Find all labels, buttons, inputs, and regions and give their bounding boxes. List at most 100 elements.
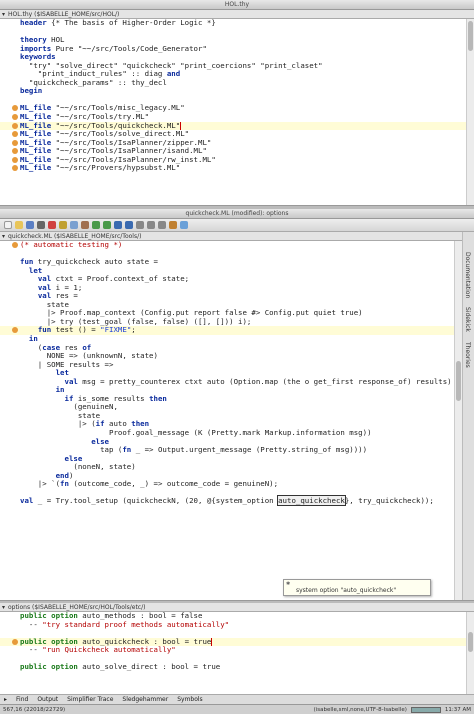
system-option-tooltip: ✱ system option "auto_quickcheck": [283, 579, 431, 596]
top-line-content: ML_file "~~/src/Provers/hypsubst.ML": [20, 164, 180, 173]
middle-buffer-path: quickcheck.ML ($ISABELLE_HOME/src/Tools/…: [8, 232, 142, 240]
middle-code-line[interactable]: (* automatic testing *): [0, 241, 454, 250]
paste-icon[interactable]: [81, 221, 89, 229]
cut-icon[interactable]: [59, 221, 67, 229]
bottom-code-line[interactable]: -- "run Quickcheck automatically": [0, 645, 466, 655]
top-scroll-thumb[interactable]: [468, 21, 473, 51]
warning-marker-icon[interactable]: [12, 638, 18, 645]
warning-marker-icon[interactable]: [12, 156, 18, 163]
middle-code-line[interactable]: val msg = pretty_counterex ctxt auto (Op…: [0, 376, 454, 387]
tooltip-pin-icon[interactable]: ✱: [286, 581, 290, 587]
dock-tab-theories[interactable]: Theories: [464, 342, 471, 368]
bottom-buffer-path: options ($ISABELLE_HOME/src/HOL/Tools/et…: [8, 603, 146, 611]
bottom-vertical-scrollbar[interactable]: [466, 612, 474, 694]
open-folder-icon[interactable]: [15, 221, 23, 229]
buffer-switcher-icon[interactable]: ▾: [2, 604, 5, 611]
help-icon[interactable]: [180, 221, 188, 229]
middle-window-title: quickcheck.ML (modified): options: [185, 210, 289, 217]
keyword-token: val: [20, 496, 34, 506]
keyword-token: ML_file: [20, 163, 52, 173]
copy-icon[interactable]: [70, 221, 78, 229]
dock-tab-output[interactable]: Output: [37, 696, 58, 703]
save-icon[interactable]: [26, 221, 34, 229]
bottom-line-content: public option auto_solve_direct : bool =…: [20, 663, 220, 672]
top-buffer-path: HOL.thy ($ISABELLE_HOME/src/HOL/): [8, 10, 120, 18]
warning-marker-icon[interactable]: [12, 139, 18, 146]
bottom-line-content: -- "try standard proof methods automatic…: [20, 619, 230, 630]
warning-marker-icon[interactable]: [12, 114, 18, 121]
top-code-line[interactable]: header {* The basis of Higher-Order Logi…: [0, 19, 466, 28]
bottom-code-line[interactable]: -- "try standard proof methods automatic…: [0, 619, 466, 630]
top-code-line[interactable]: begin: [0, 87, 466, 96]
top-window-title: HOL.thy: [224, 1, 250, 8]
buffer-mode-info[interactable]: (isabelle,sml,none,UTF-8-Isabelle): [314, 707, 407, 713]
middle-code-line[interactable]: val _ = Try.tool_setup (quickcheckN, (20…: [0, 495, 454, 507]
undo-icon[interactable]: [92, 221, 100, 229]
dock-tab-find[interactable]: Find: [16, 696, 28, 703]
dock-tab-simplifier-trace[interactable]: Simplifier Trace: [67, 696, 113, 703]
top-code-line[interactable]: [0, 28, 466, 37]
split-vertical-icon[interactable]: [147, 221, 155, 229]
caret-position: 567,16 (22018/22729): [3, 706, 66, 713]
code-token: "~~/src/Provers/hypsubst.ML": [51, 163, 181, 173]
warning-marker-icon[interactable]: [12, 327, 18, 334]
code-token: test () =: [51, 325, 101, 335]
dock-toggle-icon[interactable]: ▸: [4, 696, 7, 703]
middle-window-titlebar: quickcheck.ML (modified): options: [0, 209, 474, 219]
bottom-buffer-path-bar[interactable]: ▾ options ($ISABELLE_HOME/src/HOL/Tools/…: [0, 603, 474, 612]
middle-text-area[interactable]: (* automatic testing *) fun try_quickchec…: [0, 241, 454, 600]
dock-tab-sidekick[interactable]: Sidekick: [464, 307, 471, 332]
redo-icon[interactable]: [103, 221, 111, 229]
comment-token: (* automatic testing *): [20, 241, 123, 249]
buffer-switcher-icon[interactable]: ▾: [2, 233, 5, 240]
warning-marker-icon[interactable]: [12, 242, 18, 248]
comment-token: "try standard proof methods automaticall…: [42, 619, 230, 629]
clock: 11:37 AM: [444, 706, 471, 713]
memory-gauge[interactable]: [410, 706, 441, 713]
string-token: "FIXME": [100, 325, 132, 335]
middle-scroll-thumb[interactable]: [456, 361, 461, 401]
middle-vertical-scrollbar[interactable]: [454, 241, 462, 600]
top-code-line[interactable]: "quickcheck_params" :: thy_decl: [0, 78, 466, 88]
code-token: Pure "~~/src/Tools/Code_Generator": [51, 43, 207, 53]
top-vertical-scrollbar[interactable]: [466, 19, 474, 205]
bottom-dock-tabs: ▸ Find Output Simplifier Trace Sledgeham…: [0, 694, 474, 704]
top-code-line[interactable]: ML_file "~~/src/Provers/hypsubst.ML": [0, 164, 466, 173]
middle-code-line[interactable]: fun try_quickcheck auto state =: [0, 257, 454, 267]
top-text-area[interactable]: header {* The basis of Higher-Order Logi…: [0, 19, 466, 205]
print-icon[interactable]: [37, 221, 45, 229]
middle-line-content: |> `(fn (outcome_code, _) => outcome_cod…: [20, 480, 278, 489]
warning-marker-icon[interactable]: [12, 122, 18, 129]
fullscreen-icon[interactable]: [136, 221, 144, 229]
keyword-token: fun: [37, 325, 52, 335]
new-file-icon[interactable]: [4, 221, 12, 229]
code-token: try_quickcheck auto state =: [33, 257, 158, 267]
bottom-text-area[interactable]: public option auto_methods : bool = fals…: [0, 612, 466, 694]
keyword-token: fn: [60, 479, 69, 489]
top-buffer-path-bar[interactable]: ▾ HOL.thy ($ISABELLE_HOME/src/HOL/): [0, 10, 474, 19]
bottom-scroll-thumb[interactable]: [468, 632, 473, 652]
close-icon[interactable]: [48, 221, 56, 229]
code-token: --: [20, 619, 43, 629]
comment-token: "run Quickcheck automatically": [42, 645, 176, 655]
split-horizontal-icon[interactable]: [158, 221, 166, 229]
warning-marker-icon[interactable]: [12, 131, 18, 138]
settings-icon[interactable]: [169, 221, 177, 229]
warning-marker-icon[interactable]: [12, 148, 18, 155]
dock-tab-symbols[interactable]: Symbols: [177, 696, 202, 703]
search-replace-icon[interactable]: [125, 221, 133, 229]
middle-code-line[interactable]: fun test () = "FIXME";: [0, 325, 454, 336]
dock-tab-sledgehammer[interactable]: Sledgehammer: [122, 696, 168, 703]
buffer-switcher-icon[interactable]: ▾: [2, 11, 5, 18]
warning-marker-icon[interactable]: [12, 105, 18, 112]
warning-marker-icon[interactable]: [12, 165, 18, 172]
middle-buffer-path-bar[interactable]: ▾ quickcheck.ML ($ISABELLE_HOME/src/Tool…: [0, 232, 462, 241]
dock-tab-documentation[interactable]: Documentation: [464, 252, 471, 298]
middle-code-line[interactable]: |> `(fn (outcome_code, _) => outcome_cod…: [0, 480, 454, 489]
keyword-token: val: [64, 376, 78, 386]
bottom-code-line[interactable]: public option auto_solve_direct : bool =…: [0, 663, 466, 672]
code-token: |> `(: [20, 479, 61, 489]
search-icon[interactable]: [114, 221, 122, 229]
top-code-line[interactable]: imports Pure "~~/src/Tools/Code_Generato…: [0, 43, 466, 54]
top-window-titlebar: HOL.thy: [0, 0, 474, 10]
